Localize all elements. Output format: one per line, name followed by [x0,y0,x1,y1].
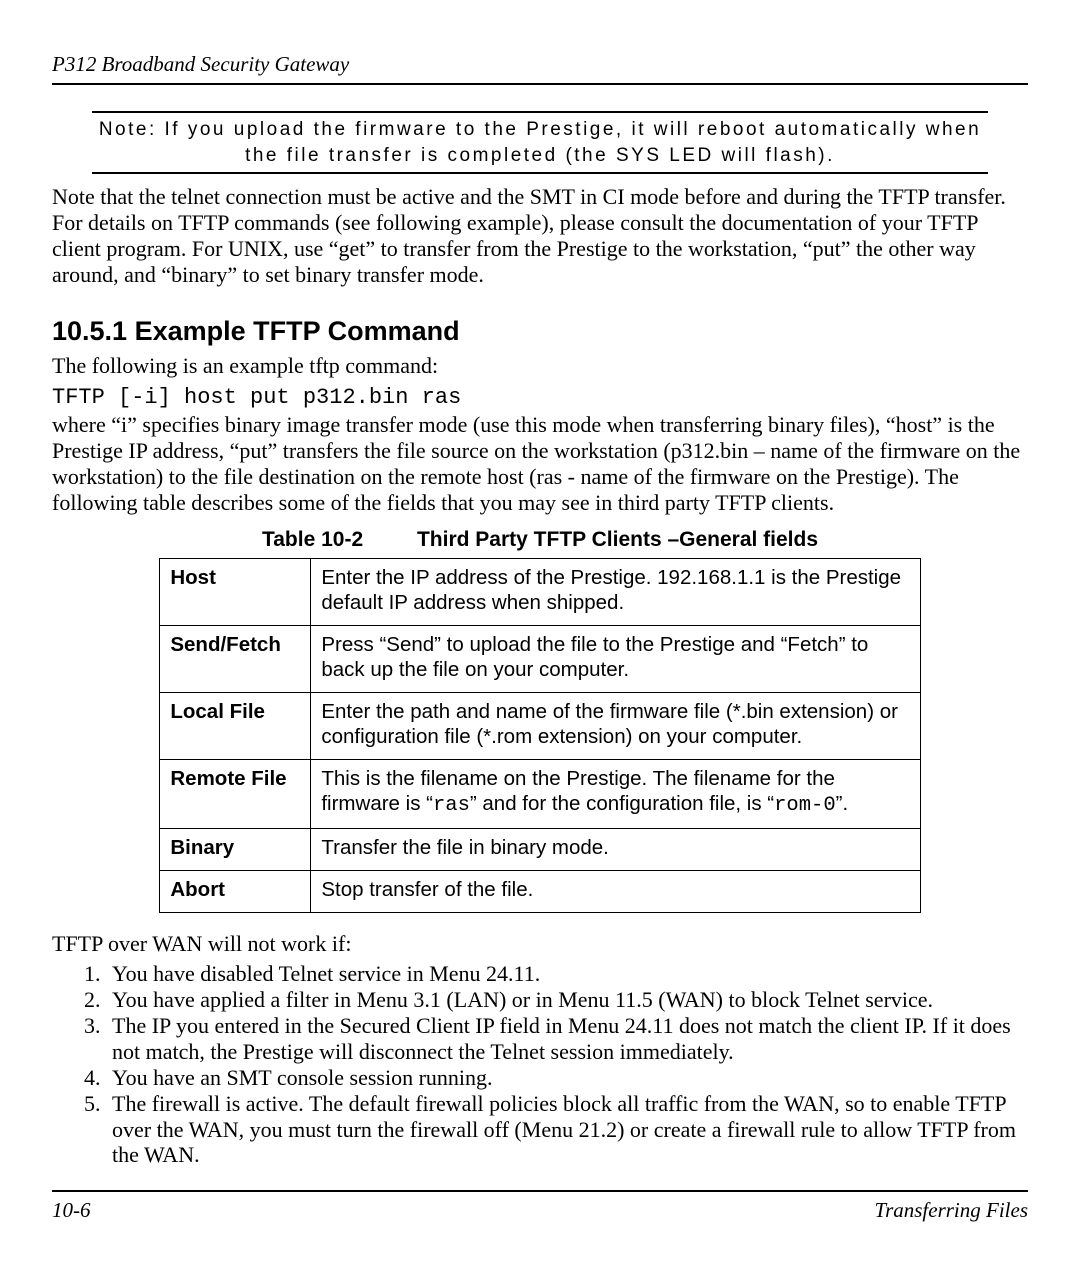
list-item: You have disabled Telnet service in Menu… [106,961,1028,987]
cell-desc: Enter the IP address of the Prestige. 19… [311,558,920,625]
code-example: TFTP [-i] host put p312.bin ras [52,385,1028,410]
cell-desc: Press “Send” to upload the file to the P… [311,625,920,692]
desc-post: ”. [836,792,849,815]
table-caption: Table 10-2 Third Party TFTP Clients –Gen… [52,528,1028,552]
section-intro: The following is an example tftp command… [52,353,1028,379]
table-row: Remote File This is the filename on the … [160,759,920,828]
footer-section-name: Transferring Files [875,1198,1028,1223]
table-row: Send/Fetch Press “Send” to upload the fi… [160,625,920,692]
wan-intro: TFTP over WAN will not work if: [52,931,1028,957]
table-row: Abort Stop transfer of the file. [160,870,920,912]
footer-page-number: 10-6 [52,1198,91,1223]
after-code-paragraph: where “i” specifies binary image transfe… [52,412,1028,516]
cell-field: Remote File [160,759,311,828]
cell-field: Binary [160,828,311,870]
page-footer: 10-6 Transferring Files [52,1190,1028,1223]
list-item: The IP you entered in the Secured Client… [106,1013,1028,1065]
cell-desc: Transfer the file in binary mode. [311,828,920,870]
desc-mid: ” and for the configuration file, is “ [470,792,774,815]
cell-field: Send/Fetch [160,625,311,692]
wan-list: You have disabled Telnet service in Menu… [52,961,1028,1169]
mono-rom0: rom-0 [774,794,836,817]
table-caption-title: Third Party TFTP Clients –General fields [417,528,818,551]
cell-desc: This is the filename on the Prestige. Th… [311,759,920,828]
table-row: Host Enter the IP address of the Prestig… [160,558,920,625]
list-item: You have applied a filter in Menu 3.1 (L… [106,987,1028,1013]
cell-desc: Enter the path and name of the firmware … [311,692,920,759]
table-row: Binary Transfer the file in binary mode. [160,828,920,870]
cell-field: Host [160,558,311,625]
tftp-fields-table: Host Enter the IP address of the Prestig… [159,558,920,913]
note-box: Note: If you upload the firmware to the … [92,111,988,174]
cell-desc: Stop transfer of the file. [311,870,920,912]
intro-paragraph: Note that the telnet connection must be … [52,184,1028,288]
mono-ras: ras [433,794,470,817]
table-row: Local File Enter the path and name of th… [160,692,920,759]
table-caption-number: Table 10-2 [262,528,363,552]
cell-field: Local File [160,692,311,759]
list-item: The firewall is active. The default fire… [106,1091,1028,1169]
cell-field: Abort [160,870,311,912]
document-page: P312 Broadband Security Gateway Note: If… [0,0,1080,1281]
list-item: You have an SMT console session running. [106,1065,1028,1091]
page-header: P312 Broadband Security Gateway [52,52,1028,85]
section-heading: 10.5.1 Example TFTP Command [52,316,1028,347]
